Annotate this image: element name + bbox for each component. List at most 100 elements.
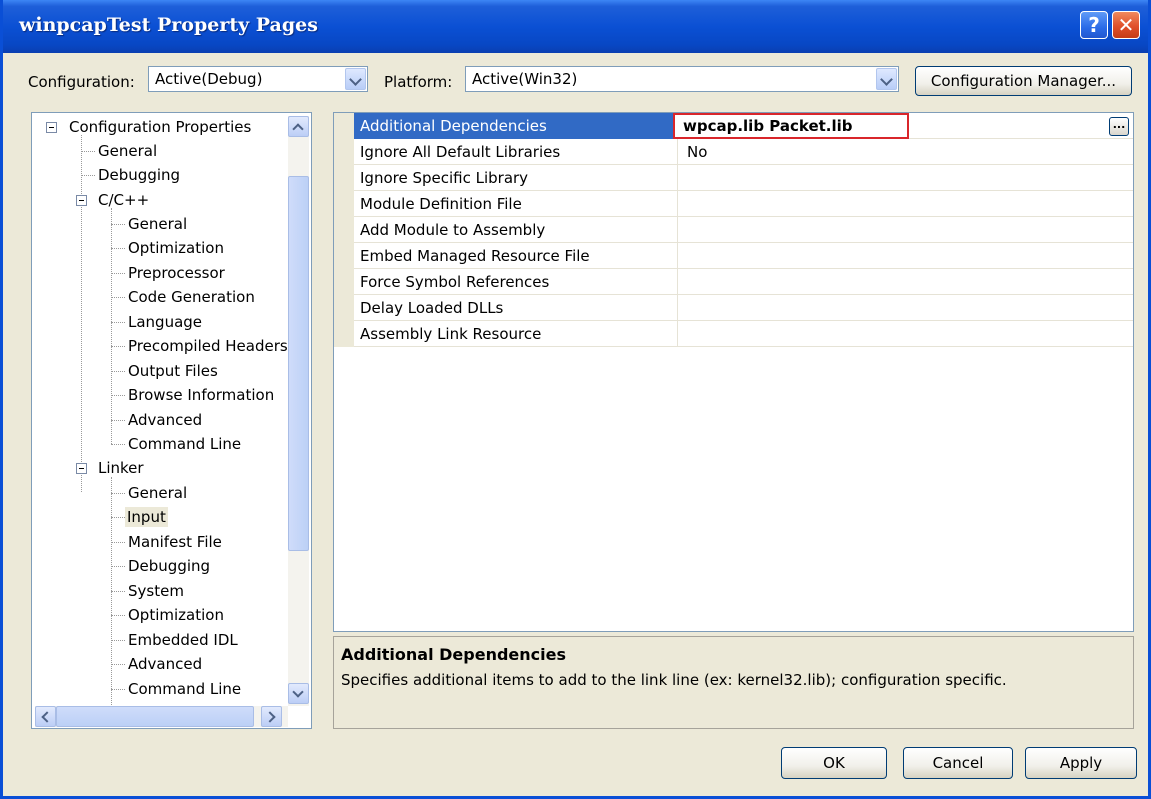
- property-value[interactable]: [681, 165, 1081, 191]
- tree-item-linker-embedded-idl[interactable]: Embedded IDL: [128, 630, 238, 650]
- tree-connector: [111, 395, 125, 396]
- property-value[interactable]: [681, 321, 1081, 347]
- tree-item-cpp-language[interactable]: Language: [128, 312, 202, 332]
- tree-connector: [111, 640, 125, 641]
- tree-connector: [111, 689, 125, 690]
- title-bar[interactable]: winpcapTest Property Pages ? ✕: [3, 0, 1148, 53]
- tree-connector: [111, 273, 125, 274]
- tree-item-cpp-command-line[interactable]: Command Line: [128, 434, 241, 454]
- column-divider: [677, 191, 678, 217]
- tree-item-configuration-properties[interactable]: Configuration Properties: [69, 117, 251, 137]
- property-name[interactable]: Module Definition File: [354, 191, 677, 217]
- property-value[interactable]: [681, 191, 1081, 217]
- collapse-icon[interactable]: [76, 463, 87, 474]
- tree-connector: [111, 322, 125, 323]
- collapse-icon[interactable]: [46, 122, 57, 133]
- property-row-ignore-all-default-libraries[interactable]: Ignore All Default Libraries No: [334, 139, 1133, 165]
- scrollbar-thumb[interactable]: [56, 706, 254, 727]
- property-name[interactable]: Add Module to Assembly: [354, 217, 677, 243]
- tree-connector: [111, 615, 125, 616]
- chevron-down-icon[interactable]: [876, 68, 897, 90]
- property-name[interactable]: Assembly Link Resource: [354, 321, 677, 347]
- tree-item-linker-system[interactable]: System: [128, 581, 184, 601]
- additional-dependencies-input[interactable]: wpcap.lib Packet.lib: [673, 113, 909, 139]
- property-row-embed-managed-resource-file[interactable]: Embed Managed Resource File: [334, 243, 1133, 269]
- chevron-down-icon[interactable]: [345, 68, 366, 90]
- description-title: Additional Dependencies: [341, 645, 567, 664]
- tree-item-cpp[interactable]: C/C++: [98, 190, 149, 210]
- property-name[interactable]: Ignore All Default Libraries: [354, 139, 677, 165]
- row-gutter: [334, 165, 354, 191]
- property-value[interactable]: [681, 243, 1081, 269]
- property-name[interactable]: Embed Managed Resource File: [354, 243, 677, 269]
- property-name[interactable]: Ignore Specific Library: [354, 165, 677, 191]
- scroll-down-icon[interactable]: [288, 683, 309, 704]
- configuration-manager-button[interactable]: Configuration Manager...: [915, 66, 1132, 96]
- tree-item-cpp-precompiled-headers[interactable]: Precompiled Headers: [128, 336, 288, 356]
- row-gutter: [334, 217, 354, 243]
- property-row-delay-loaded-dlls[interactable]: Delay Loaded DLLs: [334, 295, 1133, 321]
- scrollbar-thumb[interactable]: [288, 176, 309, 551]
- tree-item-cpp-browse-information[interactable]: Browse Information: [128, 385, 274, 405]
- property-row-add-module-to-assembly[interactable]: Add Module to Assembly: [334, 217, 1133, 243]
- tree-item-linker-manifest-file[interactable]: Manifest File: [128, 532, 222, 552]
- tree-item-linker-command-line[interactable]: Command Line: [128, 679, 241, 699]
- tree-item-linker[interactable]: Linker: [98, 458, 144, 478]
- tree-item-cpp-advanced[interactable]: Advanced: [128, 410, 202, 430]
- tree-item-cpp-output-files[interactable]: Output Files: [128, 361, 218, 381]
- property-value[interactable]: [681, 217, 1081, 243]
- scroll-up-icon[interactable]: [288, 116, 309, 137]
- description-panel: Additional Dependencies Specifies additi…: [333, 636, 1134, 729]
- tree-item-linker-general[interactable]: General: [128, 483, 187, 503]
- tree-item-cpp-preprocessor[interactable]: Preprocessor: [128, 263, 225, 283]
- tree-vertical-scrollbar[interactable]: [288, 116, 309, 706]
- column-divider: [677, 139, 678, 165]
- column-divider: [677, 295, 678, 321]
- property-row-additional-dependencies[interactable]: Additional Dependencies wpcap.lib Packet…: [334, 113, 1133, 139]
- row-gutter: [334, 321, 354, 347]
- tree-connector: [81, 175, 95, 176]
- scroll-left-icon[interactable]: [35, 706, 56, 727]
- tree-item-cpp-optimization[interactable]: Optimization: [128, 238, 224, 258]
- tree-item-cpp-code-generation[interactable]: Code Generation: [128, 287, 255, 307]
- property-tree: Configuration Properties General Debuggi…: [31, 112, 312, 729]
- tree-item-linker-optimization[interactable]: Optimization: [128, 605, 224, 625]
- property-value[interactable]: [681, 295, 1081, 321]
- cancel-button[interactable]: Cancel: [903, 747, 1013, 779]
- column-divider: [677, 321, 678, 347]
- property-value[interactable]: No: [681, 139, 1081, 165]
- tree-item-debugging[interactable]: Debugging: [98, 165, 180, 185]
- property-row-ignore-specific-library[interactable]: Ignore Specific Library: [334, 165, 1133, 191]
- tree-connector: [111, 208, 112, 444]
- property-row-force-symbol-references[interactable]: Force Symbol References: [334, 269, 1133, 295]
- column-divider: [677, 269, 678, 295]
- tree-item-cpp-general[interactable]: General: [128, 214, 187, 234]
- tree-connector: [111, 493, 125, 494]
- row-gutter: [334, 139, 354, 165]
- property-name[interactable]: Delay Loaded DLLs: [354, 295, 677, 321]
- property-value[interactable]: [681, 269, 1081, 295]
- tree-connector: [111, 371, 125, 372]
- ok-button[interactable]: OK: [781, 747, 887, 779]
- platform-dropdown[interactable]: Active(Win32): [465, 66, 899, 92]
- window-title: winpcapTest Property Pages: [19, 14, 318, 36]
- tree-item-linker-input[interactable]: Input: [125, 507, 168, 527]
- property-pages-dialog: winpcapTest Property Pages ? ✕ Configura…: [0, 0, 1151, 799]
- apply-button[interactable]: Apply: [1025, 747, 1137, 779]
- tree-connector: [81, 135, 82, 492]
- property-row-assembly-link-resource[interactable]: Assembly Link Resource: [334, 321, 1133, 347]
- configuration-dropdown[interactable]: Active(Debug): [148, 66, 368, 92]
- property-grid: Additional Dependencies wpcap.lib Packet…: [333, 112, 1134, 632]
- ellipsis-button[interactable]: ...: [1109, 117, 1129, 136]
- tree-item-general[interactable]: General: [98, 141, 157, 161]
- tree-horizontal-scrollbar[interactable]: [35, 706, 288, 727]
- tree-item-linker-debugging[interactable]: Debugging: [128, 556, 210, 576]
- tree-item-linker-advanced[interactable]: Advanced: [128, 654, 202, 674]
- scroll-right-icon[interactable]: [261, 706, 282, 727]
- close-button[interactable]: ✕: [1112, 11, 1140, 39]
- property-name[interactable]: Force Symbol References: [354, 269, 677, 295]
- collapse-icon[interactable]: [76, 195, 87, 206]
- help-button[interactable]: ?: [1080, 11, 1108, 39]
- property-name[interactable]: Additional Dependencies: [354, 113, 677, 139]
- property-row-module-definition-file[interactable]: Module Definition File: [334, 191, 1133, 217]
